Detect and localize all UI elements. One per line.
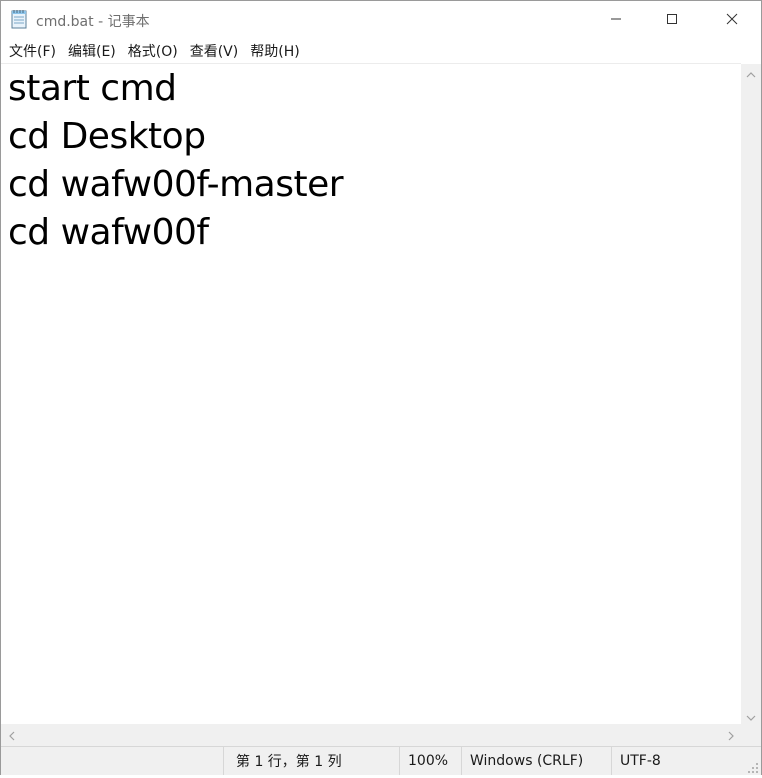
scrollbar-corner — [741, 724, 761, 746]
editor-line: start cmd — [8, 68, 177, 109]
title-bar[interactable]: cmd.bat - 记事本 — [1, 1, 761, 38]
chevron-right-icon — [728, 726, 734, 745]
menu-format[interactable]: 格式(O) — [122, 39, 184, 63]
chevron-up-icon — [746, 63, 756, 82]
status-bar: 第 1 行，第 1 列 100% Windows (CRLF) UTF-8 — [1, 746, 761, 775]
resize-grip-icon[interactable] — [745, 759, 759, 773]
menu-view[interactable]: 查看(V) — [184, 39, 245, 63]
zoom-level: 100% — [399, 747, 461, 775]
close-button[interactable] — [709, 1, 755, 38]
menu-bar: 文件(F) 编辑(E) 格式(O) 查看(V) 帮助(H) — [1, 39, 761, 63]
editor-line: cd Desktop — [8, 116, 206, 157]
chevron-left-icon — [8, 726, 15, 745]
menu-help[interactable]: 帮助(H) — [244, 39, 305, 63]
menu-edit[interactable]: 编辑(E) — [62, 39, 122, 63]
minimize-icon — [610, 10, 622, 29]
window-title: cmd.bat - 记事本 — [36, 14, 150, 30]
scroll-up-button[interactable] — [741, 64, 761, 81]
minimize-button[interactable] — [593, 1, 639, 38]
maximize-icon — [666, 10, 678, 29]
close-icon — [726, 10, 738, 29]
scroll-down-button[interactable] — [741, 707, 761, 724]
notepad-window: cmd.bat - 记事本 文件(F) 编辑(E) 格式(O) 查看(V) 帮助… — [0, 0, 762, 775]
horizontal-scrollbar[interactable] — [1, 724, 741, 746]
menu-file[interactable]: 文件(F) — [3, 39, 62, 63]
notepad-icon[interactable] — [11, 9, 28, 29]
editor-line: cd wafw00f — [8, 212, 209, 253]
encoding: UTF-8 — [611, 747, 761, 775]
maximize-button[interactable] — [649, 1, 695, 38]
cursor-position: 第 1 行，第 1 列 — [223, 747, 399, 775]
scroll-right-button[interactable] — [722, 724, 739, 746]
scroll-left-button[interactable] — [3, 724, 20, 746]
chevron-down-icon — [746, 706, 756, 725]
line-ending: Windows (CRLF) — [461, 747, 611, 775]
vertical-scrollbar[interactable] — [741, 64, 761, 724]
editor-line: cd wafw00f-master — [8, 164, 344, 205]
text-editor[interactable]: start cmd cd Desktop cd wafw00f-master c… — [1, 64, 741, 724]
